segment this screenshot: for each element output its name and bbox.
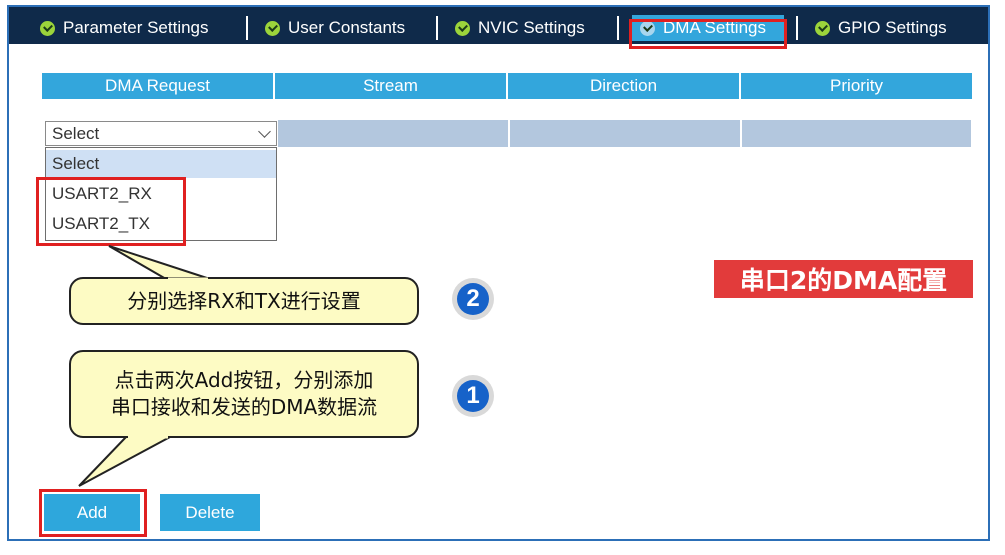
callout-add-twice: 点击两次Add按钮，分别添加 串口接收和发送的DMA数据流 [69, 350, 419, 438]
callout-text: 分别选择RX和TX进行设置 [127, 288, 361, 313]
step-number: 1 [457, 380, 489, 412]
uart2-dma-config-label: 串口2的DMA配置 [714, 260, 973, 298]
step-badge-2: 2 [452, 278, 494, 320]
add-button[interactable]: Add [44, 494, 140, 531]
callout-text-line2: 串口接收和发送的DMA数据流 [110, 395, 378, 419]
step-number: 2 [457, 283, 489, 315]
delete-button[interactable]: Delete [160, 494, 260, 531]
callout-text-line1: 点击两次Add按钮，分别添加 [114, 368, 374, 392]
callout-1-pointer [78, 436, 171, 487]
callout-2-pointer [108, 245, 211, 280]
step-badge-1: 1 [452, 375, 494, 417]
callout-select-rx-tx: 分别选择RX和TX进行设置 [69, 277, 419, 325]
